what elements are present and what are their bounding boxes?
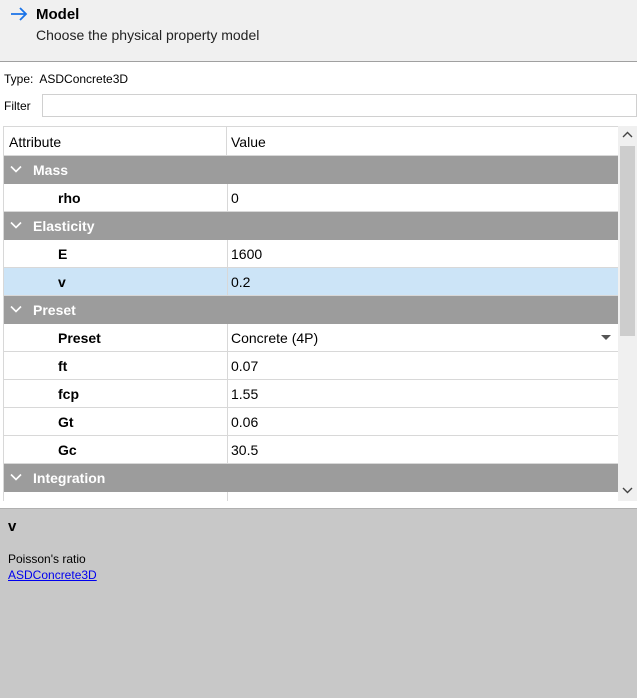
- property-name: Preset: [58, 330, 101, 346]
- property-value[interactable]: 0.2: [227, 268, 618, 295]
- property-row-Gc[interactable]: Gc 30.5: [4, 436, 618, 464]
- grid-rows: Mass rho 0 Elasticity E 1600 v 0.2 Prese…: [4, 156, 618, 501]
- property-row-v[interactable]: v 0.2: [4, 268, 618, 296]
- property-row-ft[interactable]: ft 0.07: [4, 352, 618, 380]
- scrollbar-thumb[interactable]: [620, 146, 635, 336]
- group-label: Integration: [33, 470, 106, 486]
- property-name: v: [58, 274, 66, 290]
- property-value[interactable]: [227, 492, 618, 501]
- filter-row: Filter: [0, 94, 637, 118]
- column-header-value[interactable]: Value: [231, 134, 266, 150]
- group-preset[interactable]: Preset: [4, 296, 618, 324]
- group-mass[interactable]: Mass: [4, 156, 618, 184]
- column-separator[interactable]: [226, 127, 227, 156]
- property-name: fcp: [58, 386, 79, 402]
- group-elasticity[interactable]: Elasticity: [4, 212, 618, 240]
- property-name: Gc: [58, 442, 77, 458]
- vertical-scrollbar[interactable]: [618, 126, 637, 501]
- documentation-link[interactable]: ASDConcrete3D: [8, 568, 97, 582]
- chevron-down-icon[interactable]: [10, 471, 22, 483]
- property-value[interactable]: 30.5: [227, 436, 618, 463]
- type-row: Type: ASDConcrete3D: [4, 72, 128, 86]
- property-value[interactable]: 0.07: [227, 352, 618, 379]
- filter-input[interactable]: [42, 94, 637, 117]
- property-row-rho[interactable]: rho 0: [4, 184, 618, 212]
- dropdown-arrow-icon[interactable]: [601, 335, 611, 340]
- property-row-fcp[interactable]: fcp 1.55: [4, 380, 618, 408]
- group-integration[interactable]: Integration: [4, 464, 618, 492]
- column-header-attribute[interactable]: Attribute: [9, 134, 61, 150]
- property-row-preset[interactable]: Preset Concrete (4P): [4, 324, 618, 352]
- page-subtitle: Choose the physical property model: [36, 27, 260, 43]
- scroll-down-icon[interactable]: [622, 485, 633, 495]
- selected-property-name: v: [8, 518, 17, 535]
- scroll-up-icon[interactable]: [622, 130, 633, 140]
- type-value: ASDConcrete3D: [39, 72, 129, 86]
- grid-header: Attribute Value: [4, 127, 618, 156]
- property-value[interactable]: 1600: [227, 240, 618, 267]
- chevron-down-icon[interactable]: [10, 163, 22, 175]
- arrow-right-icon: [9, 4, 29, 24]
- property-description: Poisson's ratio: [8, 552, 86, 566]
- group-label: Mass: [33, 162, 69, 178]
- property-row-E[interactable]: E 1600: [4, 240, 618, 268]
- property-name: Gt: [58, 414, 74, 430]
- property-name: ft: [58, 358, 68, 374]
- wizard-header: Model Choose the physical property model: [0, 0, 637, 62]
- preset-dropdown[interactable]: Concrete (4P): [227, 324, 618, 351]
- type-label: Type:: [4, 72, 34, 86]
- property-name: rho: [58, 190, 81, 206]
- property-value[interactable]: 0: [227, 184, 618, 211]
- property-value[interactable]: 0.06: [227, 408, 618, 435]
- property-row-partial[interactable]: [4, 492, 618, 501]
- group-label: Elasticity: [33, 218, 95, 234]
- page-title: Model: [36, 6, 80, 23]
- chevron-down-icon[interactable]: [10, 219, 22, 231]
- property-value[interactable]: 1.55: [227, 380, 618, 407]
- property-name: E: [58, 246, 68, 262]
- description-panel: v Poisson's ratio ASDConcrete3D: [0, 508, 637, 698]
- property-row-Gt[interactable]: Gt 0.06: [4, 408, 618, 436]
- property-grid: Attribute Value Mass rho 0 Elasticity E …: [3, 126, 618, 501]
- chevron-down-icon[interactable]: [10, 303, 22, 315]
- filter-label: Filter: [4, 99, 31, 113]
- group-label: Preset: [33, 302, 76, 318]
